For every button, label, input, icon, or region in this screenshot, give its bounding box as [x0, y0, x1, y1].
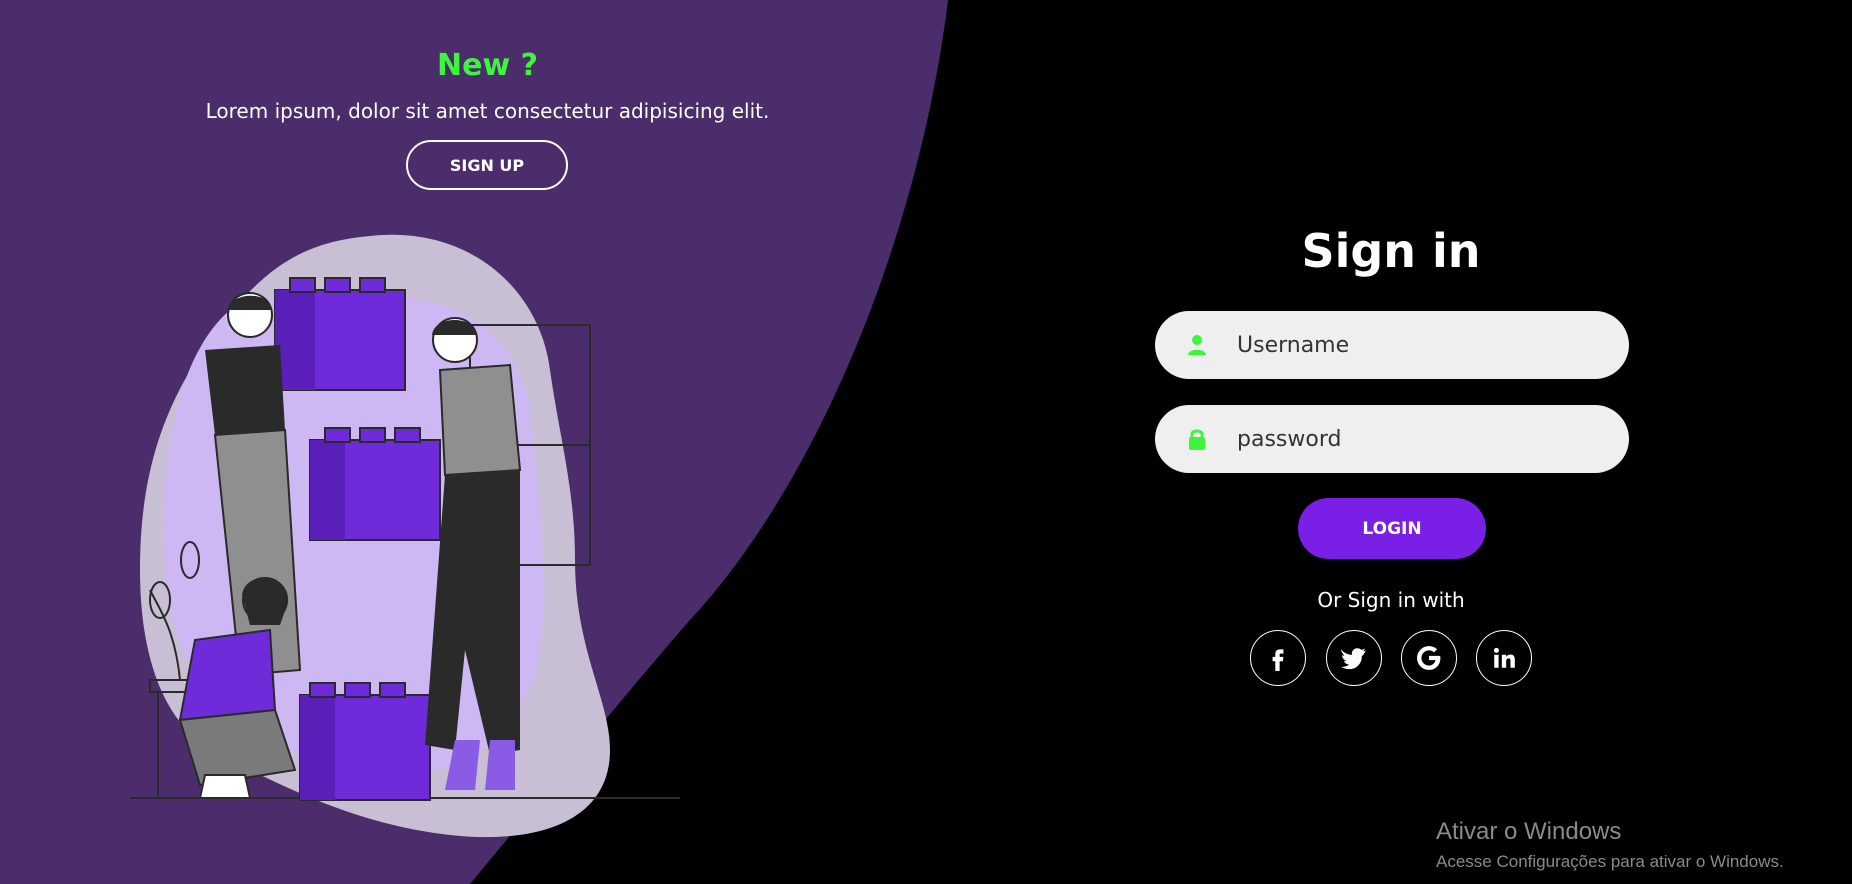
or-sign-in-with-label: Or Sign in with — [1317, 588, 1465, 612]
new-heading: New ? — [436, 48, 538, 83]
twitter-button[interactable] — [1326, 630, 1382, 686]
people-building-blocks-illustration — [130, 234, 680, 838]
login-page: New ? Lorem ipsum, dolor sit amet consec… — [0, 0, 1852, 884]
password-input[interactable] — [1235, 425, 1599, 453]
username-input[interactable] — [1235, 331, 1599, 359]
google-icon — [1417, 646, 1441, 670]
sign-in-heading: Sign in — [1301, 224, 1481, 278]
linkedin-button[interactable] — [1476, 630, 1532, 686]
google-button[interactable] — [1401, 630, 1457, 686]
user-icon — [1188, 335, 1206, 355]
windows-activation-title: Ativar o Windows — [1436, 818, 1622, 845]
twitter-icon — [1341, 648, 1366, 670]
windows-activation-subtitle: Acesse Configurações para ativar o Windo… — [1436, 852, 1784, 871]
facebook-icon — [1272, 649, 1284, 671]
lock-icon — [1189, 429, 1205, 450]
linkedin-icon — [1493, 647, 1515, 668]
login-button[interactable]: LOGIN — [1298, 498, 1486, 559]
username-field[interactable] — [1155, 311, 1629, 379]
left-description: Lorem ipsum, dolor sit amet consectetur … — [205, 99, 770, 123]
facebook-button[interactable] — [1250, 630, 1306, 686]
password-field[interactable] — [1155, 405, 1629, 473]
sign-up-button[interactable]: SIGN UP — [406, 140, 568, 190]
